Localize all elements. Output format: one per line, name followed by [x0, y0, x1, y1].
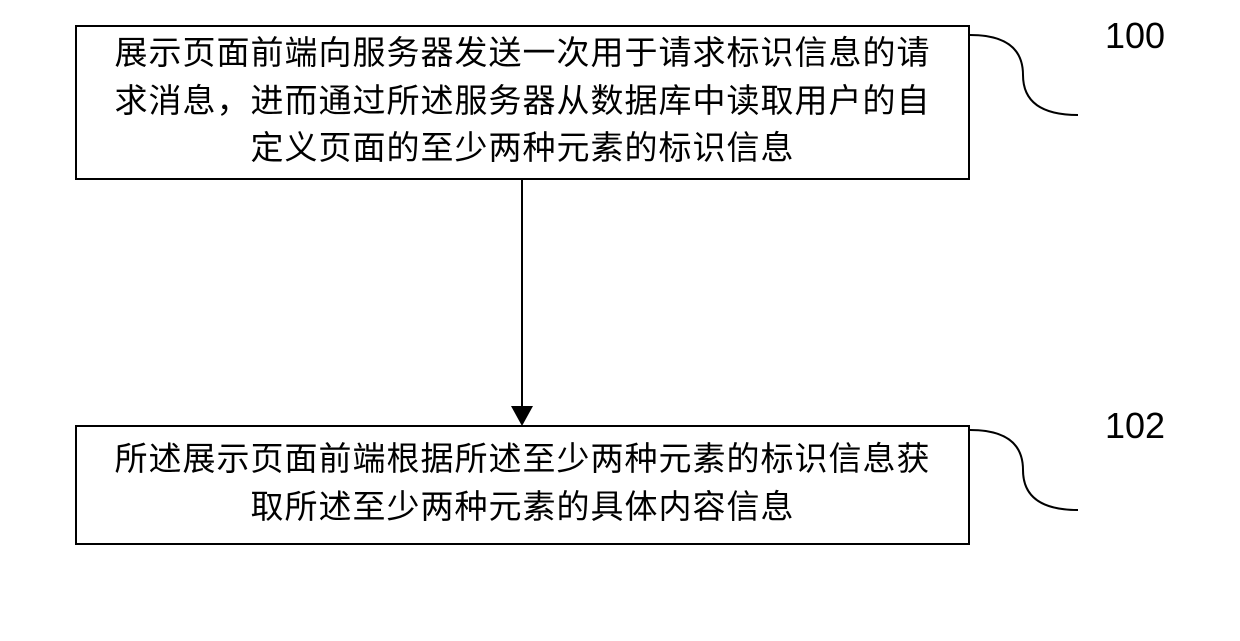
flow-arrow-line — [521, 180, 523, 408]
flowchart-step-100: 展示页面前端向服务器发送一次用于请求标识信息的请求消息，进而通过所述服务器从数据… — [75, 25, 970, 180]
flow-arrow-head — [511, 406, 533, 426]
flowchart-container: 展示页面前端向服务器发送一次用于请求标识信息的请求消息，进而通过所述服务器从数据… — [0, 0, 1240, 641]
step-102-text: 所述展示页面前端根据所述至少两种元素的标识信息获取所述至少两种元素的具体内容信息 — [107, 437, 938, 533]
connector-100 — [968, 25, 1103, 125]
label-100: 100 — [1105, 15, 1165, 57]
step-100-text: 展示页面前端向服务器发送一次用于请求标识信息的请求消息，进而通过所述服务器从数据… — [107, 31, 938, 175]
connector-102 — [968, 420, 1103, 520]
flowchart-step-102: 所述展示页面前端根据所述至少两种元素的标识信息获取所述至少两种元素的具体内容信息 — [75, 425, 970, 545]
label-102: 102 — [1105, 405, 1165, 447]
